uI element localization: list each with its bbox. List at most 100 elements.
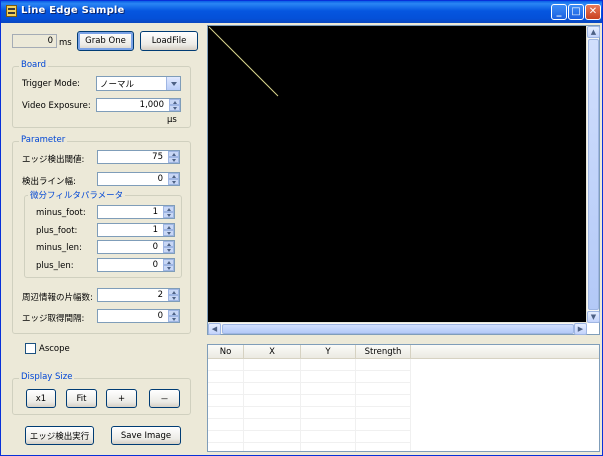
zoom-out-button[interactable]: － <box>149 389 180 408</box>
grab-one-button[interactable]: Grab One <box>77 31 134 51</box>
edge-threshold-value: 75 <box>152 152 163 162</box>
horizontal-scrollbar[interactable]: ◀ ▶ <box>208 322 587 335</box>
plus-icon: + <box>117 393 126 404</box>
vertical-scrollbar[interactable]: ▲ ▼ <box>586 26 600 323</box>
grab-time-field: 0 <box>12 34 57 48</box>
detected-edge-line <box>208 26 279 97</box>
vertical-scroll-thumb[interactable] <box>588 39 599 310</box>
spin-buttons[interactable] <box>163 224 174 236</box>
horizontal-scroll-thumb[interactable] <box>222 324 574 334</box>
table-row <box>208 396 410 407</box>
edge-threshold-stepper[interactable]: 75 <box>97 150 180 164</box>
run-edge-detect-label: エッジ検出実行 <box>29 431 90 442</box>
spin-buttons[interactable] <box>168 310 179 322</box>
app-icon <box>6 5 17 17</box>
ms-unit-label: ms <box>59 38 72 48</box>
minus-len-label: minus_len: <box>36 243 82 253</box>
main-window: Line Edge Sample _ □ ✕ 0 ms Grab One Loa… <box>0 0 603 456</box>
spin-down-icon[interactable] <box>163 247 174 253</box>
plus-foot-value: 1 <box>152 225 158 235</box>
spin-down-icon[interactable] <box>163 230 174 236</box>
video-exposure-label: Video Exposure: <box>22 101 91 111</box>
table-row <box>208 420 410 431</box>
ascope-label[interactable]: Ascope <box>39 344 70 354</box>
minus-len-value: 0 <box>152 242 158 252</box>
spin-down-icon[interactable] <box>168 157 179 163</box>
zoom-in-button[interactable]: + <box>106 389 137 408</box>
minus-foot-value: 1 <box>152 207 158 217</box>
peripheral-stepper[interactable]: 2 <box>97 288 180 302</box>
trigger-mode-select[interactable]: ノーマル <box>96 76 181 91</box>
minus-foot-stepper[interactable]: 1 <box>97 205 175 219</box>
column-header-no[interactable]: No <box>208 345 244 359</box>
plus-foot-label: plus_foot: <box>36 226 78 236</box>
zoom-fit-label: Fit <box>76 393 87 404</box>
load-file-label: LoadFile <box>151 36 187 46</box>
display-size-title: Display Size <box>19 372 75 382</box>
table-row <box>208 408 410 419</box>
spin-buttons[interactable] <box>163 241 174 253</box>
edge-overlay <box>208 26 279 97</box>
peripheral-value: 2 <box>157 290 163 300</box>
chevron-down-icon[interactable] <box>166 77 180 90</box>
edge-interval-stepper[interactable]: 0 <box>97 309 180 323</box>
table-row <box>208 360 410 371</box>
video-exposure-unit: μs <box>167 115 177 125</box>
minimize-button[interactable]: _ <box>551 4 567 20</box>
spin-buttons[interactable] <box>168 289 179 301</box>
save-image-button[interactable]: Save Image <box>111 426 181 445</box>
detect-line-width-label: 検出ライン幅: <box>22 177 76 187</box>
spin-down-icon[interactable] <box>168 295 179 301</box>
spin-down-icon[interactable] <box>168 179 179 185</box>
scroll-up-icon[interactable]: ▲ <box>587 26 600 38</box>
close-button[interactable]: ✕ <box>585 4 601 20</box>
spin-down-icon[interactable] <box>163 212 174 218</box>
scroll-down-icon[interactable]: ▼ <box>587 311 600 323</box>
column-header-y[interactable]: Y <box>301 345 356 359</box>
maximize-button[interactable]: □ <box>568 4 584 20</box>
spin-buttons[interactable] <box>168 151 179 163</box>
spin-buttons[interactable] <box>168 173 179 185</box>
spin-buttons[interactable] <box>163 206 174 218</box>
zoom-fit-button[interactable]: Fit <box>66 389 97 408</box>
detect-line-width-stepper[interactable]: 0 <box>97 172 180 186</box>
video-exposure-stepper[interactable]: 1,000 <box>96 98 181 112</box>
plus-len-value: 0 <box>152 260 158 270</box>
minus-foot-label: minus_foot: <box>36 208 86 218</box>
edge-interval-value: 0 <box>157 311 163 321</box>
grab-time-value: 0 <box>47 36 53 46</box>
zoom-x1-button[interactable]: x1 <box>26 389 56 408</box>
plus-len-label: plus_len: <box>36 261 74 271</box>
results-table-header: No X Y Strength <box>208 345 599 359</box>
spin-down-icon[interactable] <box>163 265 174 271</box>
spin-down-icon[interactable] <box>168 316 179 322</box>
edge-threshold-label: エッジ検出閾値: <box>22 155 85 165</box>
table-row <box>208 444 410 451</box>
spin-buttons[interactable] <box>169 99 180 111</box>
ascope-checkbox[interactable] <box>25 343 36 354</box>
column-header-strength[interactable]: Strength <box>356 345 411 359</box>
video-exposure-value: 1,000 <box>139 100 164 110</box>
parameter-group-title: Parameter <box>19 135 68 145</box>
title-bar[interactable]: Line Edge Sample _ □ ✕ <box>1 1 602 23</box>
scroll-right-icon[interactable]: ▶ <box>574 323 587 335</box>
detect-line-width-value: 0 <box>157 174 163 184</box>
run-edge-detect-button[interactable]: エッジ検出実行 <box>25 426 94 445</box>
minus-icon: － <box>160 394 169 405</box>
spin-buttons[interactable] <box>163 259 174 271</box>
save-image-label: Save Image <box>120 430 172 441</box>
plus-len-stepper[interactable]: 0 <box>97 258 175 272</box>
diff-filter-title: 微分フィルタパラメータ <box>28 189 126 201</box>
load-file-button[interactable]: LoadFile <box>140 31 198 51</box>
zoom-x1-label: x1 <box>35 393 47 404</box>
plus-foot-stepper[interactable]: 1 <box>97 223 175 237</box>
image-viewer[interactable]: ▲ ▼ ◀ ▶ <box>207 25 600 335</box>
trigger-mode-value: ノーマル <box>100 79 135 90</box>
table-row <box>208 432 410 443</box>
minus-len-stepper[interactable]: 0 <box>97 240 175 254</box>
scroll-left-icon[interactable]: ◀ <box>208 323 221 335</box>
column-header-x[interactable]: X <box>244 345 301 359</box>
results-table[interactable]: No X Y Strength <box>207 344 600 452</box>
spin-down-icon[interactable] <box>169 105 180 111</box>
image-canvas[interactable] <box>208 26 587 323</box>
